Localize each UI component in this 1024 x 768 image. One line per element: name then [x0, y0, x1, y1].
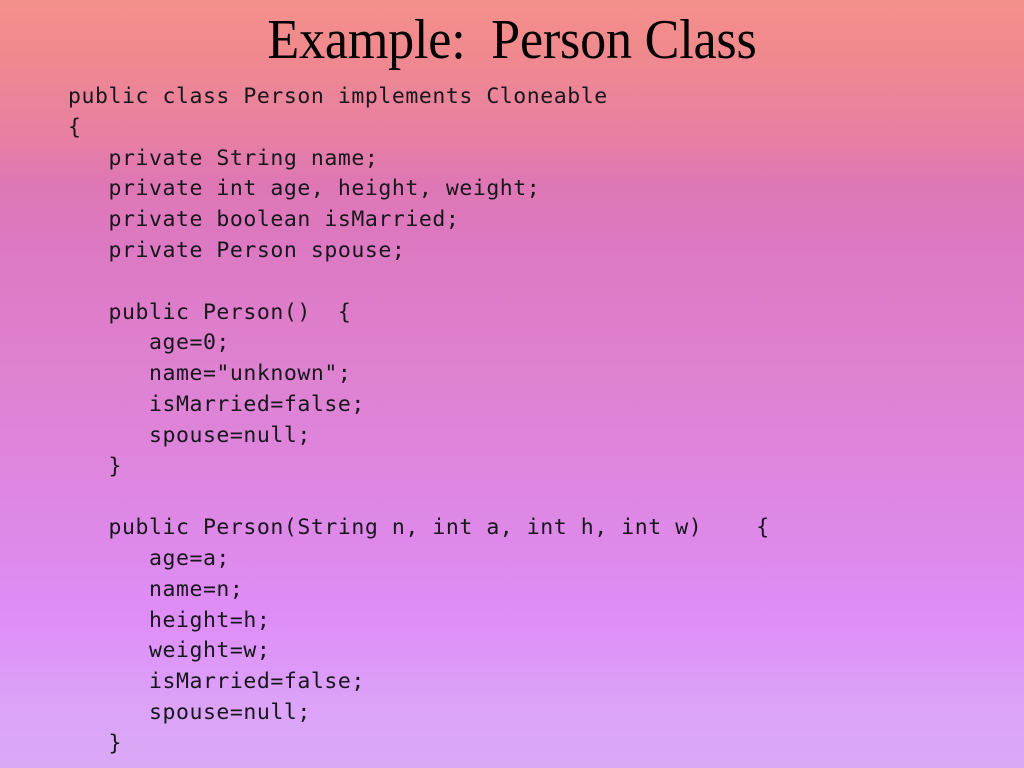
code-line: private Person spouse;: [68, 237, 406, 263]
code-line: public class Person implements Cloneable: [68, 84, 608, 109]
code-line: public Person(String n, int a, int h, in…: [68, 515, 770, 541]
page-title: Example: Person Class: [267, 9, 757, 71]
code-line: private boolean isMarried;: [68, 207, 460, 233]
code-line: isMarried=false;: [68, 391, 365, 417]
presentation-slide: Example: Person Class public class Perso…: [0, 0, 1024, 768]
code-line: name=n;: [68, 576, 244, 602]
code-line: name="unknown";: [68, 361, 352, 387]
code-line: {: [68, 114, 82, 140]
code-line: private int age, height, weight;: [68, 176, 541, 202]
code-line: age=0;: [68, 330, 230, 356]
code-line: }: [68, 453, 122, 479]
code-line: private String name;: [68, 145, 379, 171]
code-block: public class Person implements Cloneable…: [68, 82, 1008, 760]
code-line: }: [68, 730, 122, 756]
code-line: weight=w;: [68, 638, 271, 664]
code-line: spouse=null;: [68, 422, 311, 448]
code-line: spouse=null;: [68, 699, 311, 725]
code-line: public Person() {: [68, 299, 352, 325]
code-line: age=a;: [68, 545, 230, 571]
code-line: height=h;: [68, 607, 271, 633]
code-line: isMarried=false;: [68, 669, 365, 695]
